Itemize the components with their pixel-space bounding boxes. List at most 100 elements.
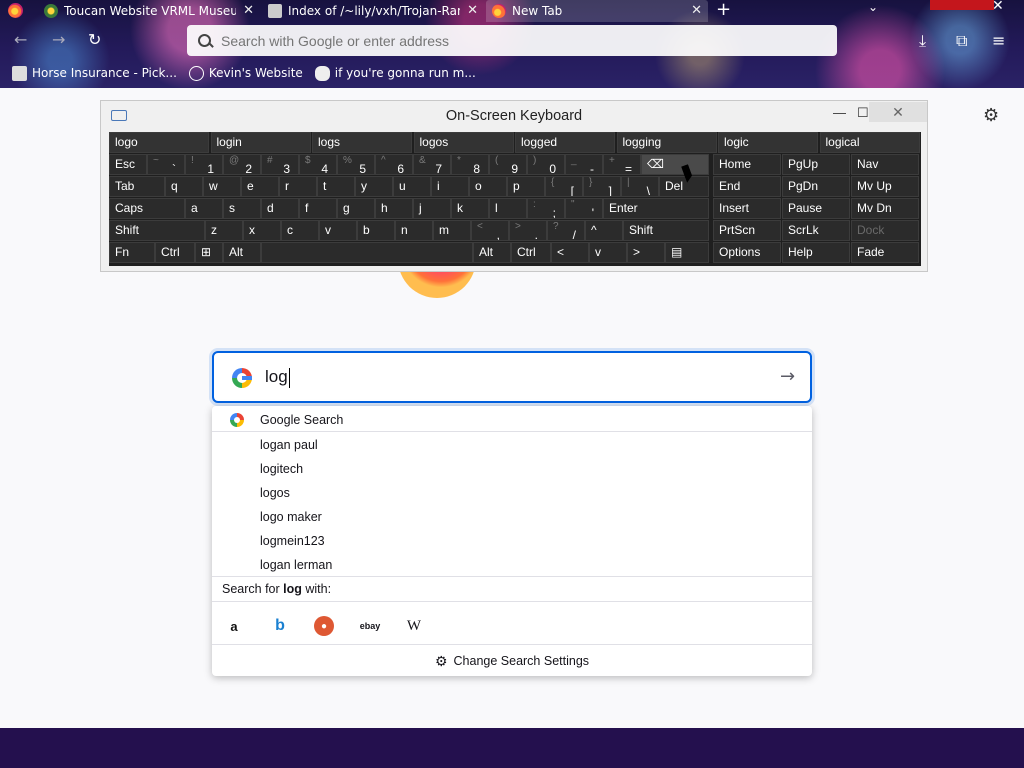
osk-key-e[interactable]: e: [241, 176, 279, 197]
osk-key-ctrl-left[interactable]: Ctrl: [155, 242, 195, 263]
osk-key-backspace[interactable]: ⌫: [641, 154, 709, 175]
address-input[interactable]: [221, 32, 801, 49]
osk-key-alt-right[interactable]: Alt: [473, 242, 511, 263]
suggestion-item[interactable]: logmein123: [212, 529, 812, 553]
osk-key-help[interactable]: Help: [782, 242, 850, 263]
reload-icon[interactable]: ↻: [88, 30, 101, 49]
minimize-icon[interactable]: —: [833, 105, 846, 120]
osk-prediction-logo[interactable]: logo: [109, 132, 209, 153]
osk-key-4[interactable]: $4: [299, 154, 337, 175]
osk-key-home[interactable]: Home: [713, 154, 781, 175]
osk-key-g[interactable]: g: [337, 198, 375, 219]
osk-key-3[interactable]: #3: [261, 154, 299, 175]
osk-key-i[interactable]: i: [431, 176, 469, 197]
osk-key-pgup[interactable]: PgUp: [782, 154, 850, 175]
osk-key-0[interactable]: ) 0: [527, 154, 565, 175]
osk-key-v[interactable]: v: [319, 220, 357, 241]
osk-key-up[interactable]: ^: [585, 220, 623, 241]
window-close-icon[interactable]: ✕: [992, 0, 1004, 14]
osk-key-f[interactable]: f: [299, 198, 337, 219]
osk-prediction-logs[interactable]: logs: [312, 132, 412, 153]
osk-key-right[interactable]: >: [627, 242, 665, 263]
osk-key-punct[interactable]: ? /: [547, 220, 585, 241]
go-arrow-icon[interactable]: →: [780, 366, 795, 387]
maximize-icon[interactable]: ☐: [857, 105, 869, 121]
osk-key-bracket[interactable]: {[: [545, 176, 583, 197]
osk-key--[interactable]: _ -: [565, 154, 603, 175]
osk-key-esc[interactable]: Esc: [109, 154, 147, 175]
osk-key-options[interactable]: Options: [713, 242, 781, 263]
osk-prediction-logged[interactable]: logged: [515, 132, 615, 153]
osk-key-5[interactable]: % 5: [337, 154, 375, 175]
suggestion-item[interactable]: logo maker: [212, 505, 812, 529]
osk-key-a[interactable]: a: [185, 198, 223, 219]
suggestion-item[interactable]: logan lerman: [212, 553, 812, 577]
osk-key-bracket[interactable]: | \: [621, 176, 659, 197]
osk-key-punct[interactable]: <,: [471, 220, 509, 241]
tab-index[interactable]: Index of /~lily/vxh/Trojan-Ran... ✕: [262, 0, 484, 22]
osk-key-x[interactable]: x: [243, 220, 281, 241]
tab-close-icon[interactable]: ✕: [243, 3, 254, 18]
duckduckgo-icon[interactable]: ●: [314, 616, 334, 636]
address-bar[interactable]: [187, 25, 837, 56]
osk-key-s[interactable]: s: [223, 198, 261, 219]
hamburger-menu-icon[interactable]: ≡: [992, 31, 1005, 50]
osk-key-t[interactable]: t: [317, 176, 355, 197]
osk-key-7[interactable]: & 7: [413, 154, 451, 175]
osk-key-6[interactable]: ^ 6: [375, 154, 413, 175]
osk-key-prtscn[interactable]: PrtScn: [713, 220, 781, 241]
osk-key-end[interactable]: End: [713, 176, 781, 197]
osk-key-p[interactable]: p: [507, 176, 545, 197]
osk-key-q[interactable]: q: [165, 176, 203, 197]
osk-key-left[interactable]: <: [551, 242, 589, 263]
osk-key-h[interactable]: h: [375, 198, 413, 219]
osk-key-c[interactable]: c: [281, 220, 319, 241]
osk-key-n[interactable]: n: [395, 220, 433, 241]
osk-key-mv-up[interactable]: Mv Up: [851, 176, 919, 197]
osk-prediction-logical[interactable]: logical: [819, 132, 920, 153]
osk-key-alt-left[interactable]: Alt: [223, 242, 261, 263]
bookmark-gonna-run[interactable]: if you're gonna run m...: [314, 65, 476, 81]
osk-key-k[interactable]: k: [451, 198, 489, 219]
osk-key-tab[interactable]: Tab: [109, 176, 165, 197]
osk-key-insert[interactable]: Insert: [713, 198, 781, 219]
osk-key-shift-left[interactable]: Shift: [109, 220, 205, 241]
osk-key-pause[interactable]: Pause: [782, 198, 850, 219]
osk-key-1[interactable]: ! 1: [185, 154, 223, 175]
osk-prediction-logic[interactable]: logic: [718, 132, 818, 153]
osk-key-d[interactable]: d: [261, 198, 299, 219]
osk-key-caps[interactable]: Caps: [109, 198, 185, 219]
firefox-menu-icon[interactable]: [8, 3, 23, 18]
osk-key-punct[interactable]: >.: [509, 220, 547, 241]
osk-key-fn[interactable]: Fn: [109, 242, 155, 263]
osk-key-m[interactable]: m: [433, 220, 471, 241]
suggestion-item[interactable]: logitech: [212, 457, 812, 481]
tab-close-icon[interactable]: ✕: [691, 3, 702, 18]
osk-key-punct[interactable]: :;: [527, 198, 565, 219]
osk-key-pgdn[interactable]: PgDn: [782, 176, 850, 197]
osk-key-w[interactable]: w: [203, 176, 241, 197]
osk-key-punct[interactable]: " ': [565, 198, 603, 219]
osk-prediction-logging[interactable]: logging: [616, 132, 717, 153]
tab-toucan[interactable]: Toucan Website VRML Museum ✕: [38, 0, 260, 22]
osk-key-del[interactable]: Del: [659, 176, 709, 197]
ebay-icon[interactable]: ebay: [360, 616, 381, 636]
osk-key-shift-right[interactable]: Shift: [623, 220, 709, 241]
extensions-icon[interactable]: ⧉: [956, 31, 967, 51]
osk-key-enter[interactable]: Enter: [603, 198, 709, 219]
bing-icon[interactable]: b: [270, 616, 290, 636]
new-tab-plus-icon[interactable]: +: [716, 0, 731, 20]
osk-key-y[interactable]: y: [355, 176, 393, 197]
osk-key-scrlk[interactable]: ScrLk: [782, 220, 850, 241]
osk-key-fade[interactable]: Fade: [851, 242, 919, 263]
osk-key-nav[interactable]: Nav: [851, 154, 919, 175]
osk-key-o[interactable]: o: [469, 176, 507, 197]
osk-close-icon[interactable]: ✕: [869, 102, 927, 122]
osk-key-j[interactable]: j: [413, 198, 451, 219]
forward-arrow-icon[interactable]: →: [52, 30, 65, 49]
tab-new-tab[interactable]: New Tab ✕: [486, 0, 708, 22]
osk-key-l[interactable]: l: [489, 198, 527, 219]
wikipedia-icon[interactable]: W: [404, 616, 424, 636]
google-search-row[interactable]: Google Search: [212, 408, 812, 432]
osk-key-space[interactable]: [261, 242, 473, 263]
